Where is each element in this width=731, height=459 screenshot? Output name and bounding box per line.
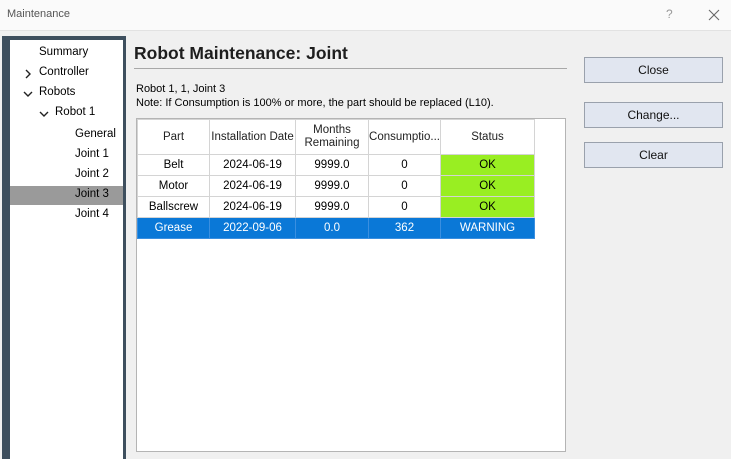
nav-item-summary[interactable]: Summary <box>39 46 88 58</box>
nav-item-robot-1[interactable]: Robot 1 <box>55 106 95 118</box>
navigation-tree <box>10 40 123 459</box>
table-row[interactable]: Motor 2024-06-19 9999.0 0 OK <box>137 175 535 197</box>
chevron-right-icon[interactable] <box>23 69 33 79</box>
status-badge: OK <box>440 175 535 197</box>
column-header-consumption[interactable]: Consumptio... <box>368 119 441 155</box>
cell-months-remaining: 0.0 <box>295 217 369 239</box>
replacement-note: Note: If Consumption is 100% or more, th… <box>136 97 494 109</box>
close-button[interactable]: Close <box>584 57 723 83</box>
column-header-part[interactable]: Part <box>137 119 210 155</box>
change-button[interactable]: Change... <box>584 102 723 128</box>
nav-item-joint-1[interactable]: Joint 1 <box>75 148 109 160</box>
clear-button[interactable]: Clear <box>584 142 723 168</box>
column-header-months-remaining[interactable]: Months Remaining <box>295 119 369 155</box>
page-title: Robot Maintenance: Joint <box>134 43 348 63</box>
table-header-row: Part Installation Date Months Remaining … <box>137 119 535 155</box>
window-title: Maintenance <box>7 8 70 20</box>
title-bar: Maintenance ? <box>0 0 731 31</box>
cell-part: Belt <box>137 154 210 176</box>
cell-consumption: 362 <box>368 217 441 239</box>
chevron-down-icon[interactable] <box>39 109 49 119</box>
nav-item-general[interactable]: General <box>75 128 116 140</box>
column-header-installation-date[interactable]: Installation Date <box>209 119 296 155</box>
divider <box>134 68 567 69</box>
cell-consumption: 0 <box>368 175 441 197</box>
table-row[interactable]: Belt 2024-06-19 9999.0 0 OK <box>137 154 535 176</box>
nav-item-joint-4[interactable]: Joint 4 <box>75 208 109 220</box>
column-header-status[interactable]: Status <box>440 119 535 155</box>
cell-months-remaining: 9999.0 <box>295 154 369 176</box>
maintenance-table: Part Installation Date Months Remaining … <box>137 119 535 239</box>
cell-installation-date: 2024-06-19 <box>209 196 296 218</box>
cell-part: Grease <box>137 217 210 239</box>
nav-item-robots[interactable]: Robots <box>39 86 75 98</box>
table-row[interactable]: Ballscrew 2024-06-19 9999.0 0 OK <box>137 196 535 218</box>
table-row-selected[interactable]: Grease 2022-09-06 0.0 362 WARNING <box>137 217 535 239</box>
close-icon[interactable] <box>700 2 728 26</box>
cell-part: Motor <box>137 175 210 197</box>
cell-installation-date: 2022-09-06 <box>209 217 296 239</box>
robot-info: Robot 1, 1, Joint 3 <box>136 83 226 95</box>
status-badge: OK <box>440 154 535 176</box>
help-button[interactable]: ? <box>666 7 673 21</box>
status-badge-warning: WARNING <box>440 217 535 239</box>
nav-item-controller[interactable]: Controller <box>39 66 89 78</box>
cell-months-remaining: 9999.0 <box>295 175 369 197</box>
cell-months-remaining: 9999.0 <box>295 196 369 218</box>
chevron-down-icon[interactable] <box>23 89 33 99</box>
cell-consumption: 0 <box>368 154 441 176</box>
nav-item-joint-3[interactable]: Joint 3 <box>75 188 109 200</box>
cell-installation-date: 2024-06-19 <box>209 175 296 197</box>
cell-installation-date: 2024-06-19 <box>209 154 296 176</box>
nav-item-joint-2[interactable]: Joint 2 <box>75 168 109 180</box>
status-badge: OK <box>440 196 535 218</box>
cell-part: Ballscrew <box>137 196 210 218</box>
cell-consumption: 0 <box>368 196 441 218</box>
